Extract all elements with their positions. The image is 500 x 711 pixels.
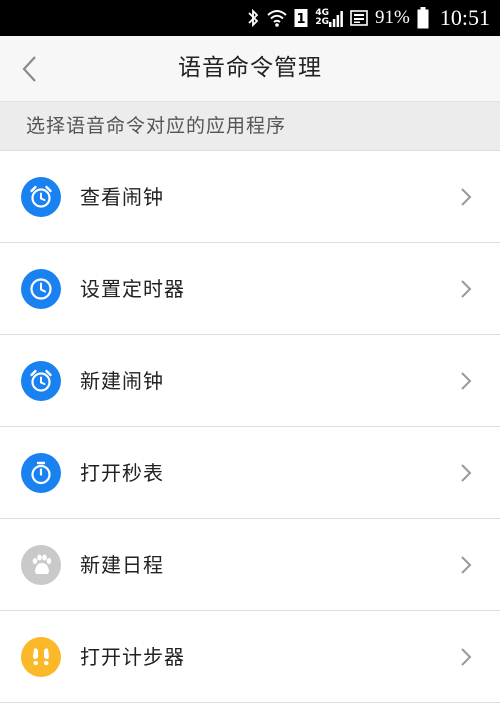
list-item-label: 打开秒表	[80, 461, 164, 485]
chevron-right-icon	[461, 188, 472, 206]
list-item-label: 新建日程	[80, 553, 164, 577]
wifi-icon	[267, 9, 288, 27]
list-item-open-stopwatch[interactable]: 打开秒表	[0, 427, 500, 519]
list-item-label: 设置定时器	[80, 277, 185, 301]
section-header: 选择语音命令对应的应用程序	[0, 101, 500, 151]
list-item-label: 新建闹钟	[80, 369, 164, 393]
chevron-right-icon	[461, 556, 472, 574]
alarm-clock-icon	[21, 361, 61, 401]
navigation-bar: 语音命令管理	[0, 36, 500, 101]
chevron-right-icon	[461, 372, 472, 390]
stopwatch-icon	[21, 453, 61, 493]
list-item-label: 打开计步器	[80, 645, 185, 669]
chevron-right-icon	[461, 648, 472, 666]
status-bar: 1 4G 2G 91% 10:51	[0, 0, 500, 36]
clock: 10:51	[439, 5, 490, 30]
battery-percent: 91%	[375, 7, 410, 28]
list-item-set-timer[interactable]: 设置定时器	[0, 243, 500, 335]
list-item-label: 查看闹钟	[80, 185, 164, 209]
battery-icon	[417, 7, 429, 29]
clock-icon	[21, 269, 61, 309]
sim-label: 1	[297, 12, 306, 27]
list-item-view-alarm[interactable]: 查看闹钟	[0, 151, 500, 243]
bluetooth-icon	[246, 8, 260, 28]
page-title: 语音命令管理	[178, 55, 322, 81]
network-2g-label: 2G	[315, 17, 330, 27]
sim-card-icon: 1	[294, 8, 308, 28]
list-item-new-schedule[interactable]: 新建日程	[0, 519, 500, 611]
list-item-new-alarm[interactable]: 新建闹钟	[0, 335, 500, 427]
message-icon	[350, 9, 368, 27]
list-item-open-pedometer[interactable]: 打开计步器	[0, 611, 500, 703]
signal-bars-icon	[329, 11, 343, 27]
chevron-right-icon	[461, 280, 472, 298]
command-list: 查看闹钟 设置定时器 新建闹钟 打开秒表 新建日程 打开计步器	[0, 151, 500, 703]
status-icons: 1 4G 2G 91% 10:51	[246, 0, 490, 36]
chevron-right-icon	[461, 464, 472, 482]
network-type: 4G 2G	[315, 9, 343, 27]
alarm-clock-icon	[21, 177, 61, 217]
paw-icon	[21, 545, 61, 585]
footprints-icon	[21, 637, 61, 677]
